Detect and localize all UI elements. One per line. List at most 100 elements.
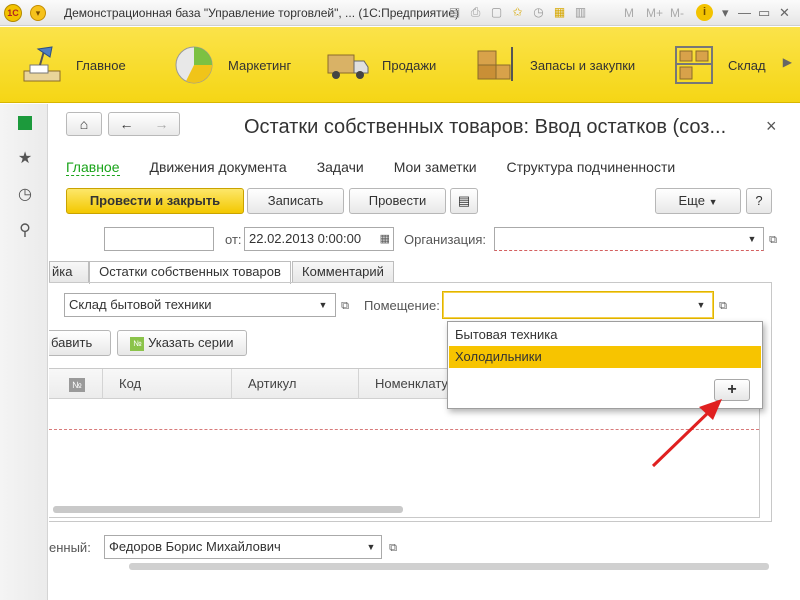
calendar-picker-icon[interactable]: ▦ <box>380 228 390 250</box>
boxes-cart-icon <box>477 47 513 81</box>
main-menu-icon[interactable]: ▾ <box>30 5 46 21</box>
section-label: Главное <box>76 57 126 73</box>
print-form-button[interactable]: ▤ <box>450 188 478 214</box>
calculator-icon[interactable]: ▥ <box>572 4 589 21</box>
column-article[interactable]: Артикул <box>232 369 359 399</box>
link-notes[interactable]: Мои заметки <box>394 159 477 176</box>
history-clock-icon[interactable]: ◷ <box>16 186 34 204</box>
memory-m-button[interactable]: M <box>624 6 634 20</box>
open-icon[interactable]: ⧉ <box>337 298 353 314</box>
number-field[interactable] <box>104 227 214 251</box>
date-label: от: <box>225 232 242 247</box>
date-value: 22.02.2013 0:00:00 <box>249 231 362 246</box>
section-label: Продажи <box>382 57 437 73</box>
open-windows-icon[interactable] <box>16 114 34 132</box>
horizontal-scrollbar[interactable] <box>53 506 403 513</box>
link-tasks[interactable]: Задачи <box>317 159 364 176</box>
chevron-down-icon: ▼ <box>708 197 718 207</box>
shelf-icon <box>675 46 713 84</box>
responsible-value: Федоров Борис Михайлович <box>109 539 281 554</box>
date-field[interactable]: 22.02.2013 0:00:00 ▦ <box>244 227 394 251</box>
link-main[interactable]: Главное <box>66 159 120 176</box>
dropdown-icon[interactable]: ▾ <box>722 5 729 21</box>
column-number[interactable]: № <box>49 369 103 399</box>
tab-comment[interactable]: Комментарий <box>292 261 394 283</box>
chevron-down-icon[interactable]: ▼ <box>694 294 708 316</box>
desk-lamp-icon <box>23 46 61 82</box>
list-item-selected[interactable]: Холодильники <box>449 346 761 368</box>
room-label: Помещение: <box>364 298 440 313</box>
section-marketing[interactable]: Маркетинг <box>172 27 292 102</box>
open-icon[interactable]: ⧉ <box>385 540 401 556</box>
calendar-icon[interactable]: ▦ <box>551 4 568 21</box>
form-horizontal-scrollbar[interactable] <box>129 563 769 570</box>
post-and-close-button[interactable]: Провести и закрыть <box>66 188 244 214</box>
favorites-icon[interactable]: ✩ <box>509 4 526 21</box>
tab-settings[interactable]: йка <box>49 261 89 283</box>
preview-icon[interactable]: ▢ <box>488 4 505 21</box>
more-label: Еще <box>678 193 705 208</box>
list-item[interactable]: Бытовая техника <box>449 324 761 346</box>
search-icon[interactable]: ⚲ <box>16 222 34 240</box>
series-label: Указать серии <box>148 335 234 350</box>
memory-m-minus-button[interactable]: M- <box>670 6 684 20</box>
chevron-down-icon[interactable]: ▼ <box>745 228 759 250</box>
form-area: ⌂ ← → Остатки собственных товаров: Ввод … <box>49 104 800 600</box>
app-logo-icon: 1С <box>4 4 22 22</box>
add-item-button[interactable]: + <box>714 379 750 401</box>
minimize-icon[interactable]: — <box>738 5 751 20</box>
write-button[interactable]: Записать <box>247 188 344 214</box>
home-button[interactable]: ⌂ <box>66 112 102 136</box>
warehouse-value: Склад бытовой техники <box>69 297 212 312</box>
link-movements[interactable]: Движения документа <box>150 159 287 176</box>
section-warehouse[interactable]: Склад <box>672 27 766 102</box>
print-icon[interactable]: ⎙ <box>467 4 484 21</box>
favorites-star-icon[interactable]: ★ <box>16 150 34 168</box>
maximize-icon[interactable]: ▭ <box>758 5 770 21</box>
responsible-label: енный: <box>49 540 91 555</box>
section-main[interactable]: Главное <box>20 27 126 102</box>
window-title-bar: 1С ▾ Демонстрационная база "Управление т… <box>0 0 800 26</box>
column-code[interactable]: Код <box>103 369 232 399</box>
save-icon[interactable]: ▤ <box>446 4 463 21</box>
home-icon: ⌂ <box>79 116 89 132</box>
scroll-right-icon[interactable]: ▶ <box>783 55 792 69</box>
post-button[interactable]: Провести <box>349 188 446 214</box>
close-window-icon[interactable]: ✕ <box>779 5 790 21</box>
room-dropdown-list: Бытовая техника Холодильники + <box>447 321 763 409</box>
section-label: Склад <box>728 57 766 73</box>
section-sales[interactable]: Продажи <box>326 27 437 102</box>
help-button[interactable]: ? <box>746 188 772 214</box>
responsible-field[interactable]: Федоров Борис Михайлович ▼ <box>104 535 382 559</box>
add-row-button[interactable]: бавить <box>49 330 111 356</box>
org-label: Организация: <box>404 232 487 247</box>
truck-icon <box>327 54 369 79</box>
specify-series-button[interactable]: № Указать серии <box>117 330 247 356</box>
tab-own-goods[interactable]: Остатки собственных товаров <box>89 261 291 284</box>
number-column-icon: № <box>69 378 85 392</box>
warehouse-field[interactable]: Склад бытовой техники ▼ <box>64 293 336 317</box>
left-sidebar: ★ ◷ ⚲ <box>0 104 48 600</box>
link-structure[interactable]: Структура подчиненности <box>507 159 676 176</box>
more-button[interactable]: Еще ▼ <box>655 188 741 214</box>
section-label: Запасы и закупки <box>530 57 636 73</box>
section-label: Маркетинг <box>228 57 292 73</box>
forward-icon[interactable]: → <box>155 113 169 135</box>
open-icon[interactable]: ⧉ <box>765 232 781 248</box>
document-list-icon: ▤ <box>457 193 471 208</box>
pie-chart-icon <box>175 46 213 84</box>
table-row[interactable] <box>49 429 759 430</box>
section-stock[interactable]: Запасы и закупки <box>474 27 636 102</box>
series-icon: № <box>130 336 145 351</box>
chevron-down-icon[interactable]: ▼ <box>316 294 330 316</box>
window-title: Демонстрационная база "Управление торгов… <box>64 6 460 20</box>
room-field[interactable]: ▼ <box>442 291 714 319</box>
close-form-icon[interactable]: × <box>766 116 777 137</box>
open-icon[interactable]: ⧉ <box>715 298 731 314</box>
back-icon[interactable]: ← <box>120 113 134 135</box>
memory-m-plus-button[interactable]: M+ <box>646 6 663 20</box>
chevron-down-icon[interactable]: ▼ <box>364 536 378 558</box>
info-icon[interactable]: i <box>696 4 713 21</box>
history-icon[interactable]: ◷ <box>530 4 547 21</box>
org-field[interactable]: ▼ <box>494 227 764 251</box>
